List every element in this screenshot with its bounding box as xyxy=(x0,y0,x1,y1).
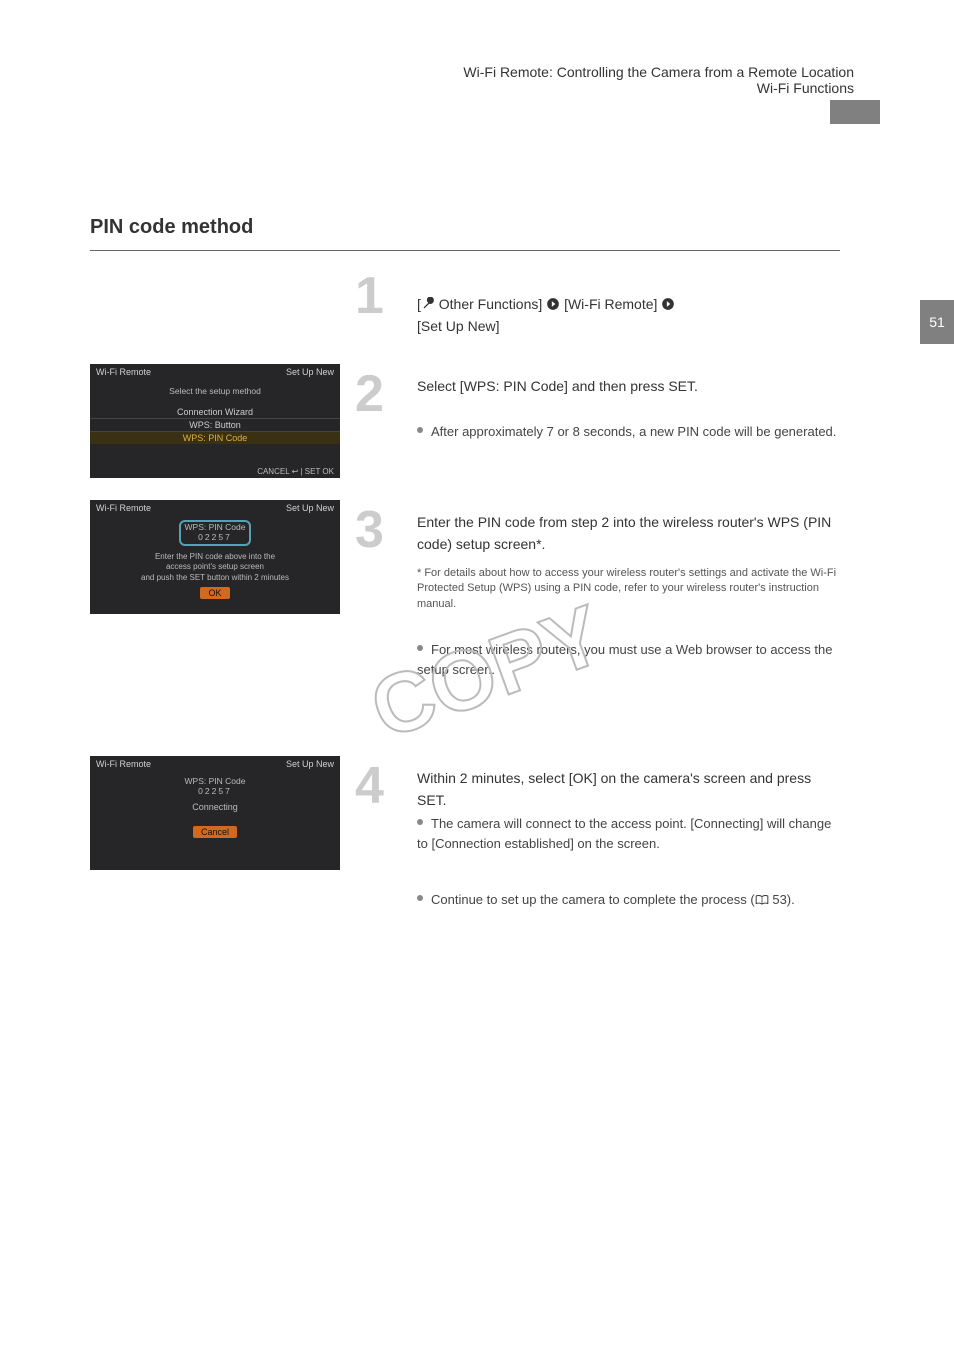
step-1-mid1: Other Functions] xyxy=(435,296,546,312)
shot3-status: Connecting xyxy=(90,802,340,812)
page-root: Wi-Fi Remote: Controlling the Camera fro… xyxy=(0,0,954,1352)
screenshot-connecting: Wi-Fi Remote Set Up New WPS: PIN Code 02… xyxy=(90,756,340,870)
bullet-icon xyxy=(417,427,423,433)
shot3-box-top: WPS: PIN Code xyxy=(185,776,246,786)
shot2-right: Set Up New xyxy=(286,503,334,513)
step-1-mid2: [Wi-Fi Remote] xyxy=(564,296,661,312)
shot2-line3: and push the SET button within 2 minutes xyxy=(90,573,340,583)
arrow-right-icon xyxy=(661,297,675,311)
shot1-opt1: Connection Wizard xyxy=(90,406,340,419)
step-4-number: 4 xyxy=(355,757,384,815)
step-1-post: [Set Up New] xyxy=(417,318,499,334)
shot2-line1: Enter the PIN code above into the xyxy=(90,552,340,562)
shot1-options: Connection Wizard WPS: Button WPS: PIN C… xyxy=(90,406,340,444)
shot2-instructions: Enter the PIN code above into the access… xyxy=(90,552,340,583)
step-1: 1 [ Other Functions] [Wi-Fi Remote] [Set… xyxy=(355,270,835,322)
step-3-bullet: For most wireless routers, you must use … xyxy=(417,640,837,679)
header-line1: Wi-Fi Remote: Controlling the Camera fro… xyxy=(463,64,854,80)
step-3-note: * For details about how to access your w… xyxy=(417,566,837,612)
title-divider xyxy=(90,250,840,251)
step-3-bullet-text: For most wireless routers, you must use … xyxy=(417,642,832,677)
page-number: 51 xyxy=(929,314,945,330)
wrench-icon xyxy=(421,297,435,311)
step-4-bullet2-ref: 53). xyxy=(769,892,795,907)
shot1-footer: CANCEL ↩ | SET OK xyxy=(257,467,334,476)
screenshot-setup-method: Wi-Fi Remote Set Up New Select the setup… xyxy=(90,364,340,478)
step-4-bullet2: Continue to set up the camera to complet… xyxy=(417,890,837,910)
shot2-box-code: 02257 xyxy=(185,532,246,542)
book-icon xyxy=(755,894,769,906)
pin-highlight-box: WPS: PIN Code 02257 xyxy=(179,520,252,546)
page-header: Wi-Fi Remote: Controlling the Camera fro… xyxy=(463,64,854,96)
step-1-number: 1 xyxy=(355,267,384,325)
bullet-icon xyxy=(417,895,423,901)
step-2-bullet: After approximately 7 or 8 seconds, a ne… xyxy=(417,422,837,442)
page-number-tab: 51 xyxy=(920,300,954,344)
section-marker xyxy=(830,100,880,124)
step-2-number: 2 xyxy=(355,365,384,423)
shot1-right: Set Up New xyxy=(286,367,334,377)
page-title: PIN code method xyxy=(90,216,253,239)
step-1-text: [ Other Functions] [Wi-Fi Remote] [Set U… xyxy=(417,294,837,337)
shot3-box-code: 02257 xyxy=(185,786,246,796)
step-2-text: Select [WPS: PIN Code] and then press SE… xyxy=(417,376,837,398)
step-3-text: Enter the PIN code from step 2 into the … xyxy=(417,512,837,555)
shot2-ok-wrap: OK xyxy=(90,583,340,599)
shot3-left: Wi-Fi Remote xyxy=(96,759,151,769)
shot2-line2: access point's setup screen xyxy=(90,562,340,572)
shot1-opt3-selected: WPS: PIN Code xyxy=(90,432,340,444)
shot1-subtitle: Select the setup method xyxy=(90,386,340,396)
shot3-right: Set Up New xyxy=(286,759,334,769)
step-4: 4 Within 2 minutes, select [OK] on the c… xyxy=(355,760,835,812)
step-4-bullet1: The camera will connect to the access po… xyxy=(417,814,837,853)
bullet-icon xyxy=(417,819,423,825)
shot2-left: Wi-Fi Remote xyxy=(96,503,151,513)
step-4-bullet1-text: The camera will connect to the access po… xyxy=(417,816,831,851)
shot1-left: Wi-Fi Remote xyxy=(96,367,151,377)
screenshot-header: Wi-Fi Remote Set Up New xyxy=(90,500,340,516)
shot2-box-top: WPS: PIN Code xyxy=(185,522,246,532)
ok-button[interactable]: OK xyxy=(200,587,229,599)
step-3: 3 Enter the PIN code from step 2 into th… xyxy=(355,504,835,556)
pin-display: WPS: PIN Code 02257 xyxy=(185,776,246,796)
screenshot-header: Wi-Fi Remote Set Up New xyxy=(90,364,340,380)
shot1-opt2: WPS: Button xyxy=(90,419,340,432)
step-3-number: 3 xyxy=(355,501,384,559)
shot3-pin-box: WPS: PIN Code 02257 xyxy=(90,776,340,796)
header-line2: Wi-Fi Functions xyxy=(463,80,854,96)
screenshot-header: Wi-Fi Remote Set Up New xyxy=(90,756,340,772)
step-2: 2 Select [WPS: PIN Code] and then press … xyxy=(355,368,835,420)
bullet-icon xyxy=(417,645,423,651)
shot2-pin-box: WPS: PIN Code 02257 xyxy=(90,516,340,550)
shot3-cancel-wrap: Cancel xyxy=(90,822,340,838)
screenshot-pin-code: Wi-Fi Remote Set Up New WPS: PIN Code 02… xyxy=(90,500,340,614)
arrow-right-icon xyxy=(546,297,560,311)
step-4-bullet2-pre: Continue to set up the camera to complet… xyxy=(431,892,755,907)
cancel-button[interactable]: Cancel xyxy=(193,826,237,838)
step-4-text: Within 2 minutes, select [OK] on the cam… xyxy=(417,768,837,811)
step-2-bullet-text: After approximately 7 or 8 seconds, a ne… xyxy=(431,424,836,439)
